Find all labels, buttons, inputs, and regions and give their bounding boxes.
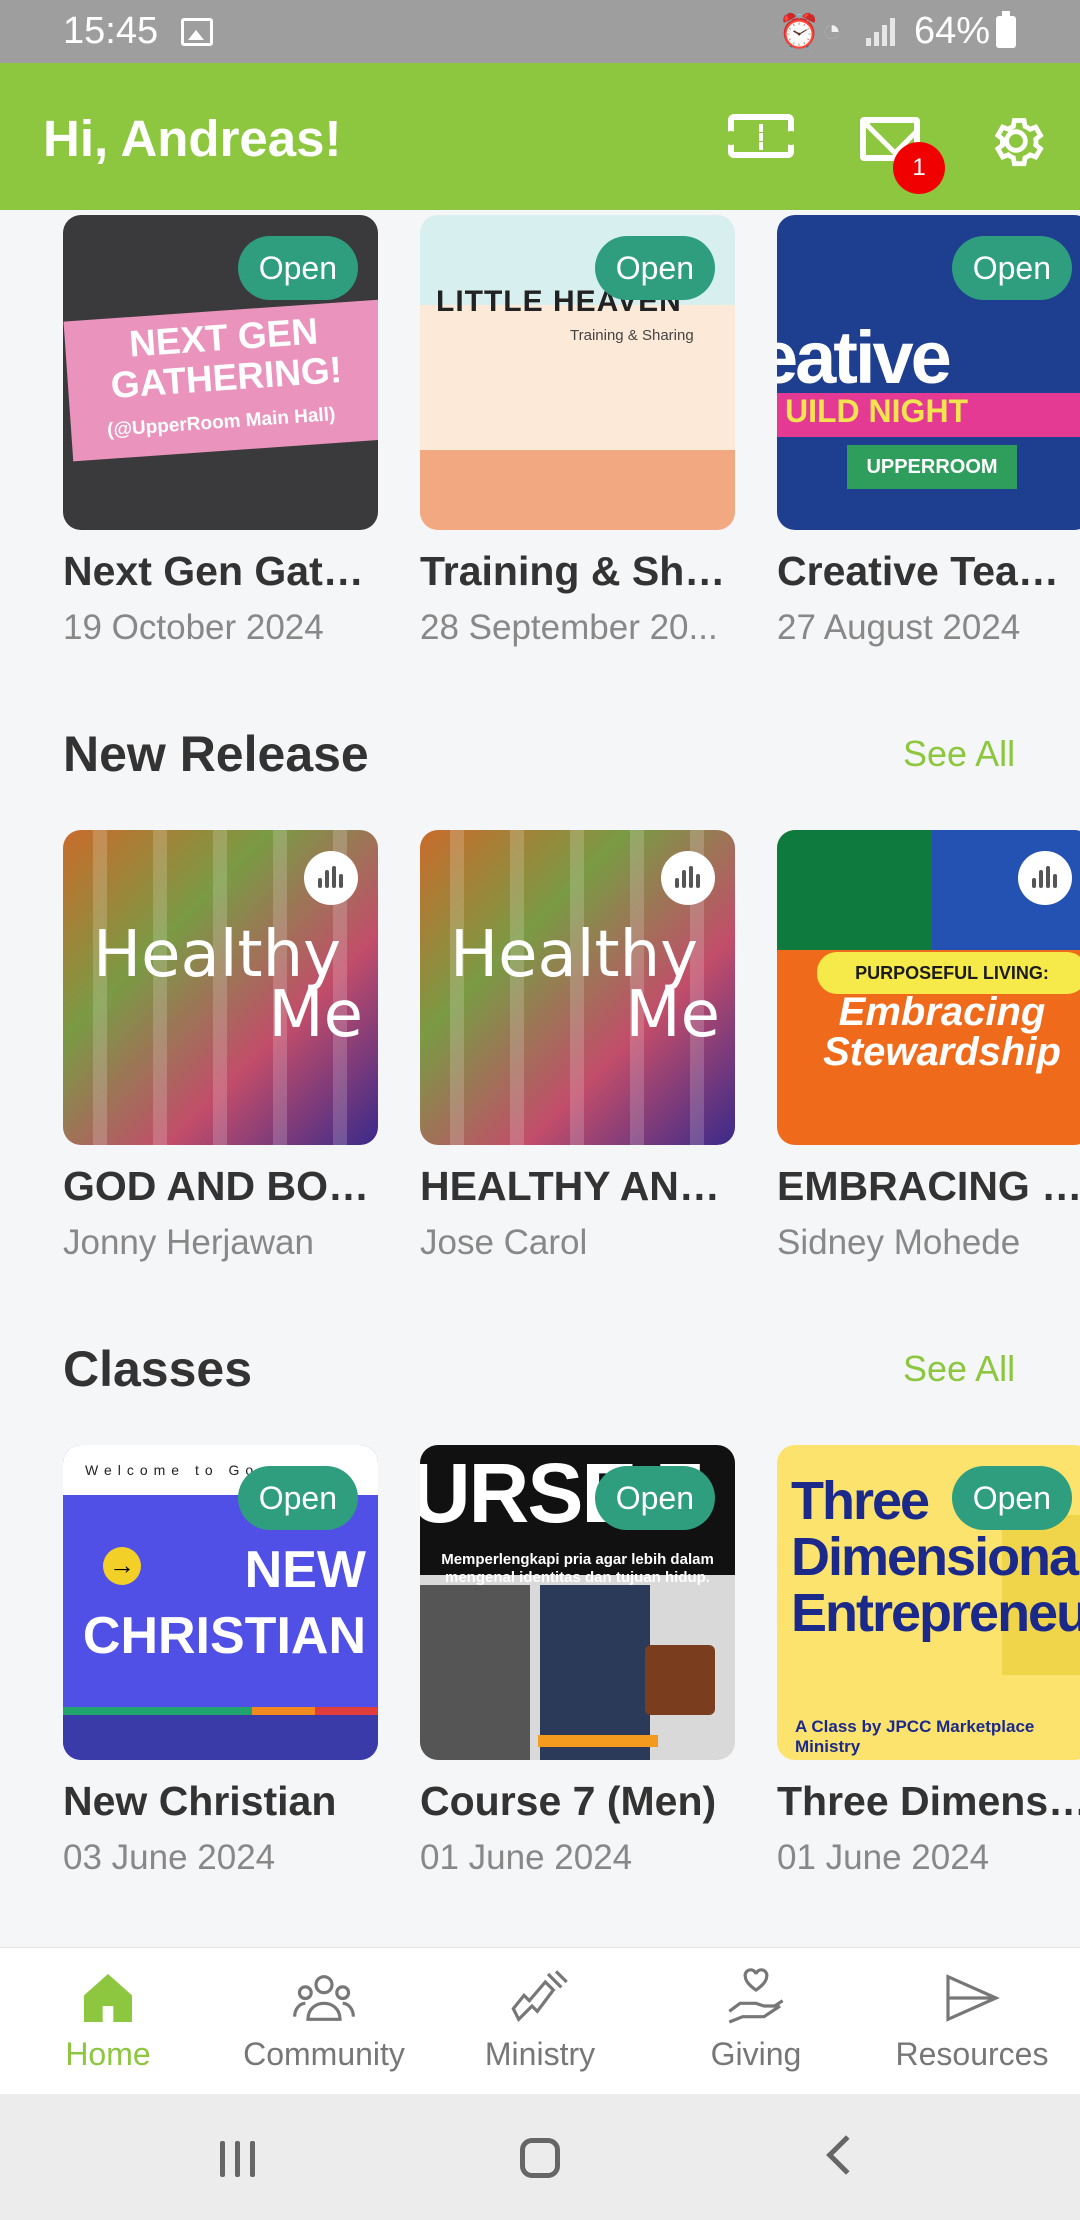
class-title: New Christian	[63, 1778, 337, 1824]
open-badge: Open	[594, 1466, 715, 1530]
event-title: Training & Sha...	[420, 548, 735, 594]
nav-ministry[interactable]: Ministry	[432, 1948, 648, 2095]
wifi-icon: ◔	[822, 12, 842, 48]
release-card[interactable]: PURPOSEFUL LIVING: Embracing Stewardship…	[777, 830, 1080, 1262]
event-date: 19 October 2024	[63, 608, 324, 647]
nav-community[interactable]: Community	[216, 1948, 432, 2095]
audio-icon	[1018, 851, 1072, 905]
release-card[interactable]: Healthy Me GOD AND BOD... Jonny Herjawan	[63, 830, 378, 1262]
back-icon[interactable]	[826, 2135, 866, 2175]
classes-see-all-link[interactable]: See All	[903, 1348, 1015, 1390]
greeting: Hi, Andreas!	[43, 110, 342, 167]
notification-badge: 1	[893, 142, 945, 194]
recent-apps-icon[interactable]	[220, 2141, 258, 2177]
battery-icon	[996, 11, 1016, 48]
event-card[interactable]: NEXT GEN GATHERING! (@UpperRoom Main Hal…	[63, 215, 378, 647]
new-release-heading: New Release	[63, 726, 369, 782]
ticket-icon[interactable]	[724, 114, 798, 158]
event-date: 28 September 20...	[420, 608, 718, 647]
event-card[interactable]: LITTLE HEAVEN Training & Sharing Open Tr…	[420, 215, 735, 647]
class-card[interactable]: URSE 7 Memperlengkapi pria agar lebih da…	[420, 1445, 735, 1877]
class-thumbnail: Welcome to Go → NEW CHRISTIAN Open	[63, 1445, 378, 1760]
ministry-icon	[511, 1970, 568, 2023]
release-title: EMBRACING S...	[777, 1163, 1080, 1209]
release-card[interactable]: Healthy Me HEALTHY AND... Jose Carol	[420, 830, 735, 1262]
event-title: Next Gen Gath...	[63, 548, 378, 594]
community-icon	[293, 1975, 355, 2021]
open-badge: Open	[951, 1466, 1072, 1530]
status-bar: 15:45 ⏰ ◔ 64%	[0, 0, 1080, 63]
release-author: Jonny Herjawan	[63, 1223, 314, 1262]
audio-icon	[304, 851, 358, 905]
open-badge: Open	[237, 236, 358, 300]
classes-row: Welcome to Go → NEW CHRISTIAN Open New C…	[0, 1445, 1080, 1885]
classes-heading: Classes	[63, 1341, 253, 1397]
bottom-nav: Home Community Ministry Giving Resources	[0, 1947, 1080, 2094]
battery-percent: 64%	[914, 10, 991, 52]
class-date: 01 June 2024	[777, 1838, 990, 1877]
events-row: NEXT GEN GATHERING! (@UpperRoom Main Hal…	[0, 215, 1080, 655]
class-thumbnail: Three Dimensional Entrepreneur A Class b…	[777, 1445, 1080, 1760]
class-title: Course 7 (Men)	[420, 1778, 717, 1824]
nav-home[interactable]: Home	[0, 1948, 216, 2095]
status-time: 15:45	[63, 10, 159, 52]
resources-icon	[946, 1974, 1000, 2022]
release-thumbnail: PURPOSEFUL LIVING: Embracing Stewardship	[777, 830, 1080, 1145]
class-date: 01 June 2024	[420, 1838, 633, 1877]
release-title: GOD AND BOD...	[63, 1163, 378, 1209]
event-thumbnail: eative UILD NIGHT UPPERROOM Open	[777, 215, 1080, 530]
release-thumbnail: Healthy Me	[420, 830, 735, 1145]
signal-icon	[866, 16, 896, 46]
system-home-icon[interactable]	[520, 2138, 560, 2178]
audio-icon	[661, 851, 715, 905]
class-title: Three Dimensi...	[777, 1778, 1080, 1824]
alarm-icon: ⏰	[778, 13, 821, 51]
event-thumbnail: NEXT GEN GATHERING! (@UpperRoom Main Hal…	[63, 215, 378, 530]
event-card[interactable]: eative UILD NIGHT UPPERROOM Open Creativ…	[777, 215, 1080, 647]
release-title: HEALTHY AND...	[420, 1163, 735, 1209]
nav-resources[interactable]: Resources	[864, 1948, 1080, 2095]
event-title: Creative Team ...	[777, 548, 1080, 594]
giving-icon	[728, 1968, 784, 2024]
new-release-see-all-link[interactable]: See All	[903, 733, 1015, 775]
class-thumbnail: URSE 7 Memperlengkapi pria agar lebih da…	[420, 1445, 735, 1760]
open-badge: Open	[594, 236, 715, 300]
image-icon	[181, 18, 213, 46]
event-date: 27 August 2024	[777, 608, 1021, 647]
release-author: Sidney Mohede	[777, 1223, 1021, 1262]
class-card[interactable]: Three Dimensional Entrepreneur A Class b…	[777, 1445, 1080, 1877]
class-date: 03 June 2024	[63, 1838, 276, 1877]
open-badge: Open	[951, 236, 1072, 300]
home-icon	[84, 1974, 132, 2022]
new-release-row: Healthy Me GOD AND BOD... Jonny Herjawan …	[0, 830, 1080, 1270]
open-badge: Open	[237, 1466, 358, 1530]
class-card[interactable]: Welcome to Go → NEW CHRISTIAN Open New C…	[63, 1445, 378, 1877]
gear-icon[interactable]	[984, 109, 1048, 173]
release-thumbnail: Healthy Me	[63, 830, 378, 1145]
app-header: Hi, Andreas! 1	[0, 63, 1080, 210]
system-nav-bar	[0, 2094, 1080, 2220]
event-thumbnail: LITTLE HEAVEN Training & Sharing Open	[420, 215, 735, 530]
release-author: Jose Carol	[420, 1223, 588, 1262]
nav-giving[interactable]: Giving	[648, 1948, 864, 2095]
